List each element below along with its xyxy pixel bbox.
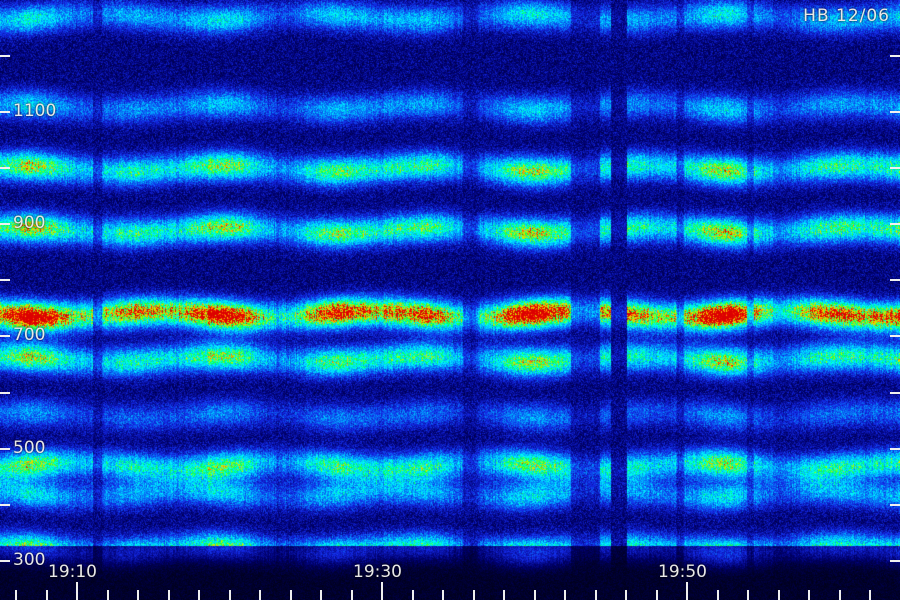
x-tick: [15, 590, 17, 600]
x-tick: [869, 590, 871, 600]
x-tick: [412, 590, 414, 600]
y-tick-right: [890, 392, 900, 394]
x-tick: [320, 590, 322, 600]
y-tick-label: 700: [13, 325, 46, 345]
x-tick-label: 19:30: [353, 562, 402, 582]
y-tick-left: [0, 392, 10, 394]
x-tick: [107, 590, 109, 600]
y-tick-left: [0, 223, 10, 225]
x-tick: [229, 590, 231, 600]
y-tick-right: [890, 448, 900, 450]
y-tick-left: [0, 279, 10, 281]
spectrogram-heatmap: [0, 0, 900, 600]
x-tick-label: 19:10: [48, 562, 97, 582]
x-tick: [656, 590, 658, 600]
chart-annotation: HB 12/06: [803, 6, 890, 26]
x-tick: [76, 582, 78, 600]
x-tick: [46, 590, 48, 600]
x-tick: [625, 590, 627, 600]
x-tick: [137, 590, 139, 600]
x-tick: [808, 590, 810, 600]
y-tick-left: [0, 504, 10, 506]
x-tick: [259, 590, 261, 600]
x-tick: [534, 590, 536, 600]
x-tick: [564, 590, 566, 600]
y-tick-label: 1100: [13, 101, 57, 121]
x-tick: [473, 590, 475, 600]
y-tick-right: [890, 167, 900, 169]
y-tick-right: [890, 279, 900, 281]
x-tick: [290, 590, 292, 600]
y-tick-right: [890, 111, 900, 113]
y-tick-right: [890, 223, 900, 225]
x-tick: [778, 590, 780, 600]
y-tick-left: [0, 167, 10, 169]
y-tick-left: [0, 560, 10, 562]
y-tick-left: [0, 335, 10, 337]
x-tick: [198, 590, 200, 600]
x-tick-label: 19:50: [658, 562, 707, 582]
y-tick-right: [890, 335, 900, 337]
y-tick-right: [890, 504, 900, 506]
x-tick: [839, 590, 841, 600]
x-tick: [168, 590, 170, 600]
x-tick: [503, 590, 505, 600]
y-tick-left: [0, 448, 10, 450]
y-tick-label: 900: [13, 213, 46, 233]
y-tick-left: [0, 55, 10, 57]
x-tick: [686, 582, 688, 600]
y-tick-left: [0, 111, 10, 113]
y-tick-label: 300: [13, 550, 46, 570]
y-tick-right: [890, 560, 900, 562]
x-tick: [351, 590, 353, 600]
x-tick: [717, 590, 719, 600]
x-tick: [442, 590, 444, 600]
x-tick: [595, 590, 597, 600]
y-tick-right: [890, 55, 900, 57]
x-tick: [381, 582, 383, 600]
x-tick: [747, 590, 749, 600]
y-tick-label: 500: [13, 438, 46, 458]
